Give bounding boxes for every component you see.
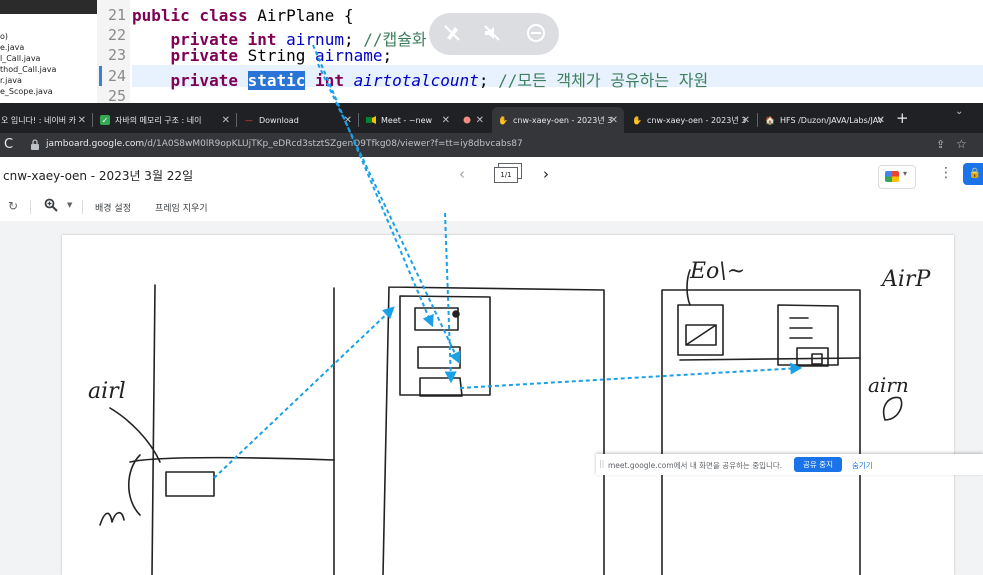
- handwritten-label: AirP: [880, 267, 931, 292]
- arrow-airnum: [312, 44, 434, 328]
- method-area-box: [661, 289, 861, 575]
- ink-dot: [452, 310, 460, 318]
- ink-strokes: [99, 269, 903, 575]
- static-area-box: [777, 304, 839, 366]
- drag-handle-icon[interactable]: ||: [599, 459, 604, 468]
- screen-share-bar: || meet.google.com에서 내 화면을 공유하는 중입니다. 공유…: [596, 454, 983, 475]
- field-slot: [419, 377, 463, 397]
- m-scribble: [99, 511, 125, 526]
- method-area-divider: [679, 357, 861, 361]
- handwritten-labels: airl Eo\~ AirP airn: [88, 259, 931, 404]
- heap-inner-box: [399, 295, 491, 396]
- class-box-hatch: [685, 324, 717, 346]
- stack-box: [151, 284, 335, 575]
- field-slot: [414, 307, 459, 331]
- handwritten-label: airl: [88, 379, 126, 404]
- hide-button[interactable]: 숨기기: [852, 460, 873, 471]
- presenter-controls: [429, 13, 559, 55]
- mute-icon[interactable]: [481, 22, 503, 44]
- share-message: meet.google.com에서 내 화면을 공유하는 중입니다.: [608, 461, 783, 470]
- handwritten-label: Eo\~: [689, 259, 745, 284]
- handwritten-label: airn: [868, 373, 909, 397]
- arrow-reference: [213, 306, 395, 479]
- scribble-c: [882, 396, 903, 421]
- reference-box: [165, 471, 215, 497]
- arrow-heap: [459, 362, 803, 389]
- stop-sharing-button[interactable]: 공유 중지: [794, 457, 842, 472]
- remove-icon[interactable]: [525, 22, 547, 44]
- whiteboard-drawing: airl Eo\~ AirP airn: [88, 44, 931, 575]
- static-area-lines: [789, 317, 813, 339]
- static-slot: [796, 347, 829, 367]
- pen-off-icon[interactable]: [441, 22, 463, 44]
- brace-scribble: [128, 454, 141, 516]
